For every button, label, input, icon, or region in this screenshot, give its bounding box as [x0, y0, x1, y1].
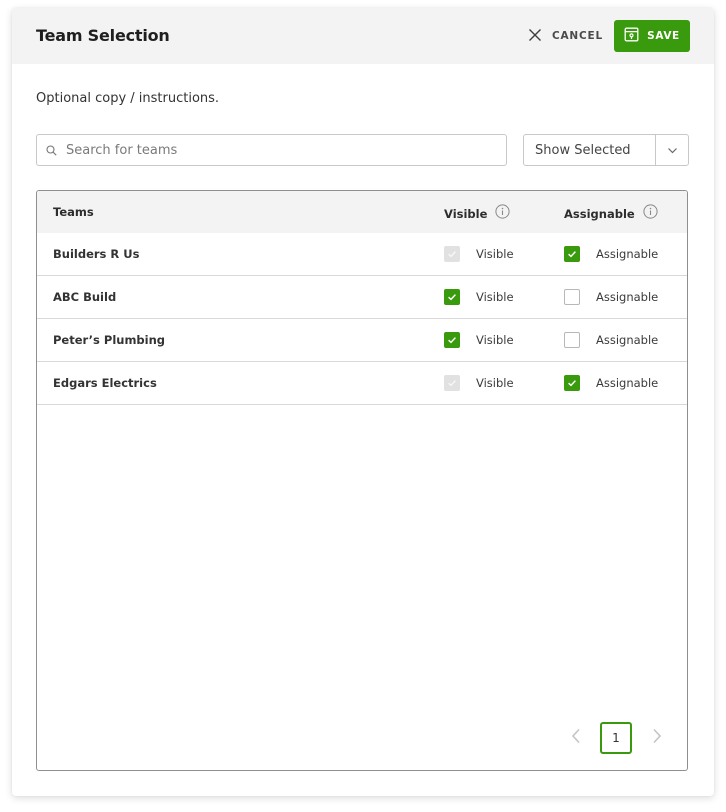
show-filter-select[interactable]: Show Selected [523, 134, 689, 166]
assignable-checkbox-label: Assignable [596, 333, 659, 347]
filter-selected-value: Show Selected [535, 142, 631, 158]
table-row: Peter’s Plumbing Visible Assignable [37, 319, 687, 362]
table-row: ABC Build Visible Assignable [37, 276, 687, 319]
team-selection-dialog: Team Selection CANCEL SAVE Optional copy… [12, 8, 714, 796]
assignable-checkbox[interactable] [564, 332, 580, 348]
table-row: Builders R Us Visible Assignable [37, 233, 687, 276]
assignable-checkbox-label: Assignable [596, 376, 659, 390]
column-header-assignable: Assignable [564, 204, 658, 223]
visible-checkbox-label: Visible [476, 333, 514, 347]
visible-checkbox[interactable] [444, 332, 460, 348]
column-header-assignable-label: Assignable [564, 206, 635, 221]
assignable-checkbox-label: Assignable [596, 247, 659, 261]
visible-checkbox[interactable] [444, 289, 460, 305]
save-icon [624, 27, 647, 46]
assignable-checkbox[interactable] [564, 246, 580, 262]
info-icon[interactable] [635, 204, 658, 223]
assignable-checkbox[interactable] [564, 375, 580, 391]
chevron-left-icon [571, 728, 581, 748]
instructions-text: Optional copy / instructions. [36, 91, 220, 106]
dialog-title: Team Selection [36, 26, 170, 45]
pagination-prev-button[interactable] [569, 728, 583, 748]
column-header-visible-label: Visible [444, 206, 488, 221]
table-header: Teams Visible Assignable [37, 191, 687, 233]
team-name: Edgars Electrics [53, 376, 157, 390]
search-field[interactable] [36, 134, 507, 166]
pagination-next-button[interactable] [650, 728, 664, 748]
save-button[interactable]: SAVE [614, 20, 690, 52]
assignable-checkbox[interactable] [564, 289, 580, 305]
info-icon[interactable] [487, 204, 511, 223]
column-header-teams: Teams [53, 204, 94, 220]
assignable-checkbox-label: Assignable [596, 290, 659, 304]
dialog-header: Team Selection CANCEL SAVE [12, 8, 714, 64]
teams-table: Teams Visible Assignable Builders R Us Vi… [36, 190, 688, 771]
team-name: Peter’s Plumbing [53, 333, 166, 347]
visible-checkbox-label: Visible [476, 290, 514, 304]
cancel-button[interactable]: CANCEL [528, 22, 603, 50]
team-name: Builders R Us [53, 247, 140, 261]
close-icon [528, 27, 552, 46]
search-input[interactable] [66, 142, 486, 158]
save-label: SAVE [647, 30, 680, 42]
visible-checkbox [444, 246, 460, 262]
search-icon [37, 141, 66, 160]
chevron-right-icon [652, 728, 662, 748]
chevron-down-icon[interactable] [656, 145, 688, 156]
visible-checkbox-label: Visible [476, 247, 514, 261]
visible-checkbox [444, 375, 460, 391]
cancel-label: CANCEL [552, 30, 603, 42]
table-row: Edgars Electrics Visible Assignable [37, 362, 687, 405]
team-name: ABC Build [53, 290, 117, 304]
column-header-visible: Visible [444, 204, 511, 223]
pagination-page-current[interactable]: 1 [600, 722, 632, 754]
visible-checkbox-label: Visible [476, 376, 514, 390]
column-header-teams-label: Teams [53, 205, 94, 219]
